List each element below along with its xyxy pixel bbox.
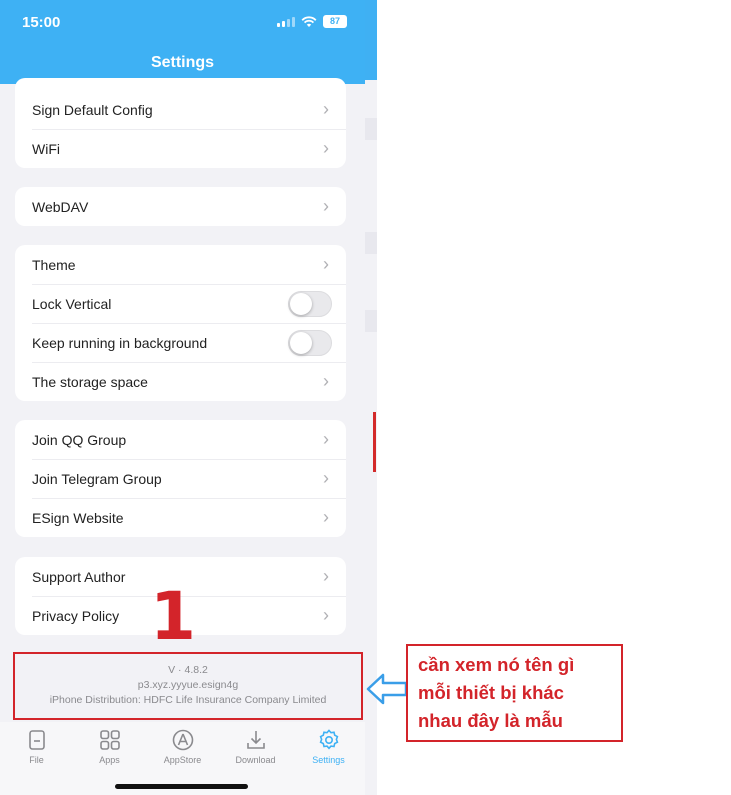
battery-icon: 87 [323,15,347,28]
join-qq-group-item[interactable]: Join QQ Group › [15,420,346,459]
chevron-right-icon: › [323,507,329,527]
chevron-right-icon: › [323,468,329,488]
esign-website-item[interactable]: ESign Website › [15,498,346,537]
app-version: V · 4.8.2 [168,664,208,676]
signal-icon [277,16,295,27]
row-label: Join Telegram Group [32,470,162,487]
chevron-right-icon: › [323,138,329,158]
adjacent-row [365,232,377,254]
wifi-icon [301,15,317,27]
settings-group-webdav: WebDAV › [15,187,346,226]
theme-item[interactable]: Theme › [15,245,346,284]
version-info: V · 4.8.2 p3.xyz.yyyue.esign4g iPhone Di… [13,652,363,720]
tab-label: Apps [99,755,120,765]
file-icon [28,730,45,750]
tab-label: File [29,755,44,765]
tab-label: Download [235,755,276,765]
tab-label: Settings [312,755,345,765]
chevron-right-icon: › [323,254,329,274]
chevron-right-icon: › [323,566,329,586]
chevron-right-icon: › [323,196,329,216]
download-icon [246,731,265,749]
settings-group-community: Join QQ Group › Join Telegram Group › ES… [15,420,346,537]
toggle-knob [290,331,312,354]
lock-vertical-toggle[interactable] [288,290,332,317]
annotation-marker: 1 [150,578,196,655]
adjacent-header [365,0,377,80]
tab-file[interactable]: File [0,722,73,795]
lock-vertical-item: Lock Vertical [15,284,346,323]
appstore-icon [172,729,193,751]
row-label: Support Author [32,568,126,585]
note-line: cần xem nó tên gì [418,654,575,675]
page-title: Settings [150,54,215,71]
row-label: Lock Vertical [32,295,112,312]
row-label: WebDAV [32,198,89,215]
row-label: Privacy Policy [32,607,120,624]
home-indicator [115,784,248,789]
chevron-right-icon: › [323,429,329,449]
row-label: ESign Website [32,509,124,526]
chevron-right-icon: › [323,371,329,391]
status-icons: 87 [277,15,347,28]
row-label: Keep running in background [32,334,208,351]
wifi-item[interactable]: WiFi › [15,129,346,168]
webdav-item[interactable]: WebDAV › [15,187,346,226]
app-header: 15:00 87 Settings [0,0,365,84]
adjacent-red-mark [373,412,376,472]
settings-group-config: Sign Default Config › WiFi › [15,78,346,168]
status-time: 15:00 [22,14,61,31]
chevron-right-icon: › [323,605,329,625]
row-label: Sign Default Config [32,101,153,118]
row-label: WiFi [32,140,60,157]
note-line: mỗi thiết bị khác [418,682,564,703]
arrow-left-icon [366,673,408,705]
bundle-id: p3.xyz.yyyue.esign4g [137,679,239,691]
join-telegram-group-item[interactable]: Join Telegram Group › [15,459,346,498]
row-label: Join QQ Group [32,431,127,448]
tab-settings[interactable]: Settings [292,722,365,795]
row-label: Theme [32,256,76,273]
distribution-certificate: iPhone Distribution: HDFC Life Insurance… [49,694,327,706]
gear-icon [319,729,338,750]
apps-grid-icon [99,730,120,750]
phone-screen: 15:00 87 Settings Sign Default Config › … [0,0,365,795]
adjacent-row [365,310,377,332]
keep-running-toggle[interactable] [288,329,332,356]
settings-group-display: Theme › Lock Vertical Keep running in ba… [15,245,346,401]
row-label: The storage space [32,373,148,390]
sign-default-config-item[interactable]: Sign Default Config › [15,90,346,129]
annotation-note: cần xem nó tên gì mỗi thiết bị khác nhau… [406,644,623,742]
tab-label: AppStore [163,755,202,765]
note-line: nhau đây là mẫu [418,710,563,731]
toggle-knob [290,292,312,315]
storage-space-item[interactable]: The storage space › [15,362,346,401]
keep-running-background-item: Keep running in background [15,323,346,362]
adjacent-row [365,118,377,140]
chevron-right-icon: › [323,99,329,119]
